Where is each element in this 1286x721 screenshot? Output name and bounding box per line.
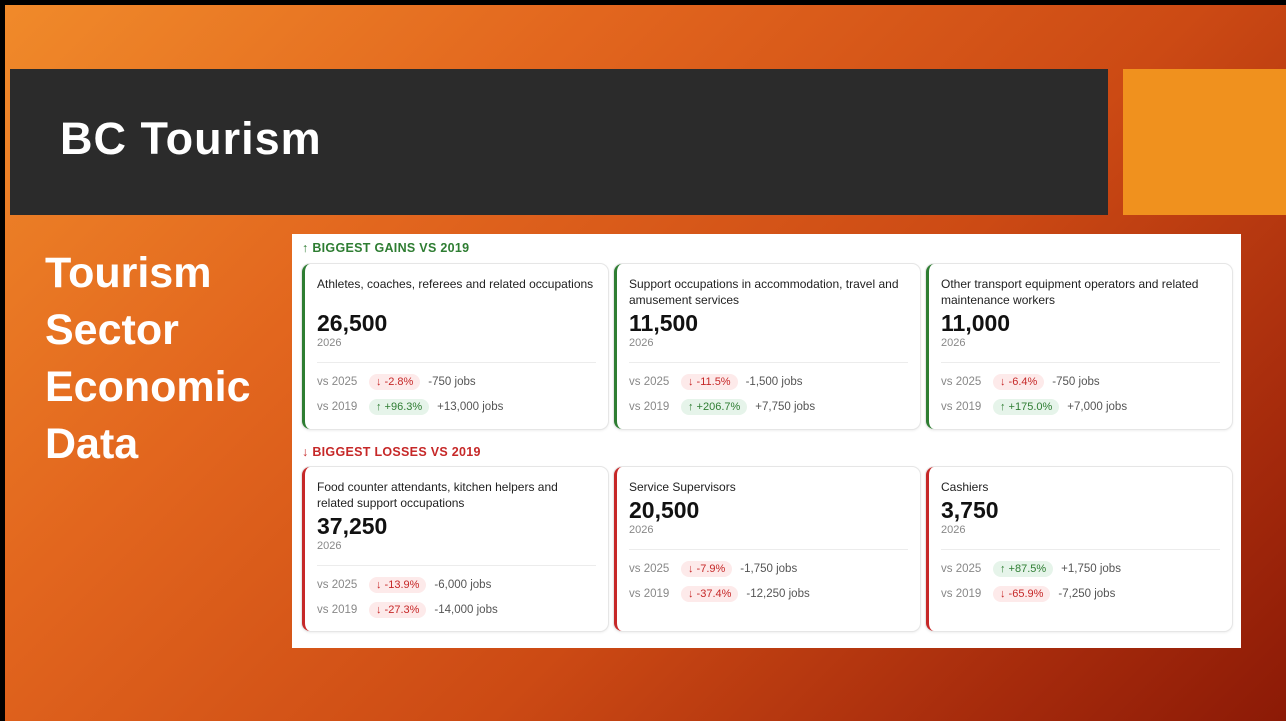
dashboard-panel: ↑ BIGGEST GAINS VS 2019 ↓ BIGGEST LOSSES…: [292, 234, 1241, 648]
occupation-name: Service Supervisors: [629, 480, 736, 494]
divider: [629, 362, 908, 363]
comparison-row: vs 2019 ↓ -37.4% -12,250 jobs: [629, 581, 908, 606]
title-bar: BC Tourism: [10, 69, 1108, 215]
comparison-label: vs 2019: [629, 400, 670, 413]
comparison-row: vs 2025 ↓ -2.8% -750 jobs: [317, 369, 596, 394]
occupation-card: Food counter attendants, kitchen helpers…: [302, 467, 608, 631]
change-percent-badge: ↑ +96.3%: [369, 398, 430, 415]
occupation-name: Cashiers: [941, 480, 989, 494]
change-jobs: -12,250 jobs: [746, 587, 810, 600]
comparison-row: vs 2025 ↓ -13.9% -6,000 jobs: [317, 572, 596, 597]
occupation-card: Service Supervisors 20,500 2026 vs 2025 ↓ …: [614, 467, 920, 631]
occupation-card: Support occupations in accommodation, tr…: [614, 264, 920, 429]
gains-header: ↑ BIGGEST GAINS VS 2019: [302, 241, 470, 255]
comparison-label: vs 2019: [629, 587, 670, 600]
side-heading-line: Sector: [45, 306, 179, 354]
change-jobs: -750 jobs: [1052, 375, 1100, 388]
employment-value: 26,500: [317, 310, 388, 336]
value-year: 2026: [629, 524, 654, 536]
change-percent-badge: ↑ +206.7%: [681, 398, 748, 415]
change-jobs: -7,250 jobs: [1058, 587, 1116, 600]
accent-box: [1123, 69, 1286, 215]
change-percent-badge: ↓ -65.9%: [993, 585, 1051, 602]
change-jobs: +7,000 jobs: [1067, 400, 1128, 413]
occupation-name: Other transport equipment operators and …: [941, 277, 1199, 307]
comparison-label: vs 2019: [317, 603, 358, 616]
side-heading-line: Data: [45, 420, 139, 468]
change-jobs: +1,750 jobs: [1061, 562, 1121, 575]
change-percent-badge: ↓ -2.8%: [369, 373, 421, 390]
comparison-row: vs 2025 ↑ +87.5% +1,750 jobs: [941, 556, 1220, 581]
change-percent-badge: ↓ -6.4%: [993, 373, 1045, 390]
divider: [941, 362, 1220, 363]
comparison-row: vs 2019 ↑ +175.0% +7,000 jobs: [941, 394, 1220, 419]
change-jobs: -1,500 jobs: [745, 375, 803, 388]
comparison-label: vs 2019: [317, 400, 358, 413]
slide-title: BC Tourism: [60, 113, 322, 164]
change-percent-badge: ↓ -37.4%: [681, 585, 739, 602]
change-percent-badge: ↓ -27.3%: [369, 601, 427, 618]
change-jobs: -14,000 jobs: [434, 603, 498, 616]
divider: [317, 362, 596, 363]
value-year: 2026: [317, 540, 342, 552]
occupation-card: Cashiers 3,750 2026 vs 2025 ↑ +87.5% +1,75…: [926, 467, 1232, 631]
comparison-row: vs 2019 ↑ +96.3% +13,000 jobs: [317, 394, 596, 419]
occupation-name: Support occupations in accommodation, tr…: [629, 277, 899, 307]
change-percent-badge: ↓ -13.9%: [369, 576, 427, 593]
comparison-label: vs 2019: [941, 587, 982, 600]
change-percent-badge: ↑ +175.0%: [993, 398, 1060, 415]
comparison-row: vs 2019 ↑ +206.7% +7,750 jobs: [629, 394, 908, 419]
side-heading-line: Economic: [45, 363, 251, 411]
side-heading-line: Tourism: [45, 249, 212, 297]
value-year: 2026: [629, 337, 654, 349]
comparison-label: vs 2025: [629, 375, 670, 388]
comparison-row: vs 2025 ↓ -11.5% -1,500 jobs: [629, 369, 908, 394]
change-jobs: -6,000 jobs: [434, 578, 492, 591]
employment-value: 3,750: [941, 497, 999, 523]
comparison-label: vs 2025: [317, 375, 358, 388]
employment-value: 20,500: [629, 497, 700, 523]
employment-value: 11,000: [941, 310, 1011, 336]
employment-value: 11,500: [629, 310, 699, 336]
comparison-label: vs 2025: [941, 375, 982, 388]
occupation-name: Athletes, coaches, referees and related …: [317, 277, 594, 291]
change-percent-badge: ↓ -7.9%: [681, 560, 733, 577]
change-jobs: -1,750 jobs: [740, 562, 798, 575]
change-percent-badge: ↑ +87.5%: [993, 560, 1054, 577]
losses-header: ↓ BIGGEST LOSSES VS 2019: [302, 445, 481, 459]
comparison-label: vs 2025: [317, 578, 358, 591]
change-percent-badge: ↓ -11.5%: [681, 373, 738, 390]
occupation-card: Athletes, coaches, referees and related …: [302, 264, 608, 429]
comparison-row: vs 2019 ↓ -65.9% -7,250 jobs: [941, 581, 1220, 606]
comparison-row: vs 2019 ↓ -27.3% -14,000 jobs: [317, 597, 596, 622]
occupation-card: Other transport equipment operators and …: [926, 264, 1232, 429]
divider: [629, 549, 908, 550]
employment-value: 37,250: [317, 513, 388, 539]
change-jobs: +13,000 jobs: [437, 400, 504, 413]
comparison-row: vs 2025 ↓ -7.9% -1,750 jobs: [629, 556, 908, 581]
side-heading: Tourism Sector Economic Data: [45, 245, 251, 473]
divider: [941, 549, 1220, 550]
value-year: 2026: [941, 337, 966, 349]
occupation-name: Food counter attendants, kitchen helpers…: [317, 480, 558, 510]
change-jobs: -750 jobs: [428, 375, 476, 388]
change-jobs: +7,750 jobs: [755, 400, 816, 413]
comparison-row: vs 2025 ↓ -6.4% -750 jobs: [941, 369, 1220, 394]
value-year: 2026: [317, 337, 342, 349]
divider: [317, 565, 596, 566]
comparison-label: vs 2025: [629, 562, 670, 575]
comparison-label: vs 2019: [941, 400, 982, 413]
comparison-label: vs 2025: [941, 562, 982, 575]
value-year: 2026: [941, 524, 966, 536]
slide: BC Tourism Tourism Sector Economic Data …: [0, 0, 1286, 721]
